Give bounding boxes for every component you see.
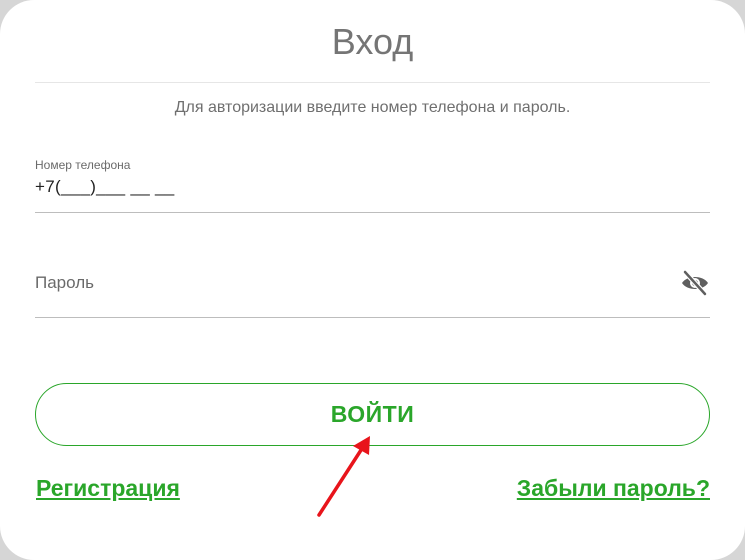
eye-slash-icon[interactable] [680,270,710,296]
forgot-password-link[interactable]: Забыли пароль? [517,474,710,502]
password-input[interactable]: Пароль [35,272,94,294]
phone-field-label: Номер телефона [35,158,131,172]
annotation-arrow-icon [317,436,370,517]
phone-field[interactable]: Номер телефона +7(___)___ __ __ [35,154,710,213]
page-title: Вход [331,21,414,62]
password-field[interactable]: Пароль [35,258,710,318]
register-link[interactable]: Регистрация [36,474,180,502]
login-card: Вход Для авторизации введите номер телеф… [0,0,745,560]
phone-input[interactable]: +7(___)___ __ __ [35,176,175,198]
title-divider [35,82,710,83]
login-instructions: Для авторизации введите номер телефона и… [174,99,571,116]
